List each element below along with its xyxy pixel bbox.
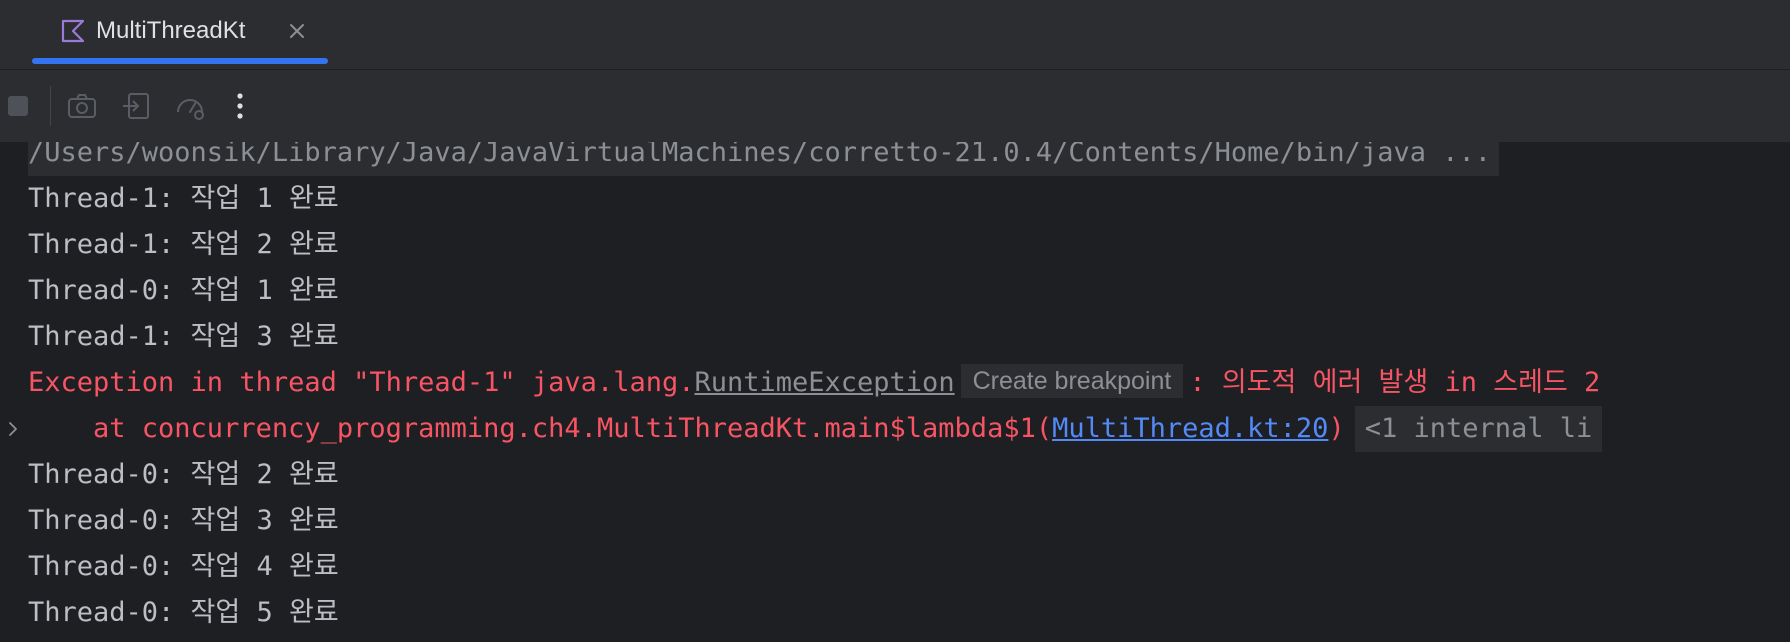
profiler-icon bbox=[177, 99, 204, 120]
dump-threads-button[interactable] bbox=[64, 88, 100, 124]
tab-label: MultiThreadKt bbox=[96, 17, 246, 44]
tab-bar: MultiThreadKt bbox=[0, 0, 1790, 70]
tab-multithreadkt[interactable]: MultiThreadKt bbox=[32, 0, 328, 70]
tab-active-indicator bbox=[32, 58, 328, 64]
kotlin-icon bbox=[61, 19, 85, 43]
more-options-icon bbox=[237, 93, 243, 119]
exception-line: Exception in thread "Thread-1" java.lang… bbox=[28, 360, 1600, 406]
output-line: Thread-1: 작업 1 완료 bbox=[28, 183, 339, 214]
restore-layout-icon bbox=[123, 93, 149, 119]
console-output[interactable]: /Users/woonsik/Library/Java/JavaVirtualM… bbox=[0, 142, 1790, 642]
output-line: Thread-1: 작업 3 완료 bbox=[28, 321, 339, 352]
command-line: /Users/woonsik/Library/Java/JavaVirtualM… bbox=[28, 142, 1499, 176]
internal-lines-fold[interactable]: <1 internal li bbox=[1354, 406, 1603, 452]
run-toolbar bbox=[0, 70, 1790, 142]
toolbar-separator bbox=[50, 86, 51, 126]
chevron-right-icon[interactable] bbox=[4, 406, 22, 452]
close-icon[interactable] bbox=[286, 20, 308, 42]
stop-icon bbox=[8, 96, 28, 116]
stack-frame-prefix: at concurrency_programming.ch4.MultiThre… bbox=[28, 413, 1053, 444]
restore-layout-button[interactable] bbox=[118, 88, 154, 124]
more-options-button[interactable] bbox=[222, 88, 258, 124]
camera-icon bbox=[68, 94, 96, 118]
stack-trace-line: at concurrency_programming.ch4.MultiThre… bbox=[28, 406, 1603, 452]
source-file-link[interactable]: MultiThread.kt:20 bbox=[1052, 413, 1328, 444]
create-breakpoint-hint[interactable]: Create breakpoint bbox=[960, 364, 1184, 398]
exception-class-link[interactable]: RuntimeException bbox=[694, 367, 954, 398]
profiler-button[interactable] bbox=[172, 88, 208, 124]
output-line: Thread-0: 작업 1 완료 bbox=[28, 275, 339, 306]
stack-frame-suffix: ) bbox=[1328, 413, 1345, 444]
exception-prefix: Exception in thread "Thread-1" java.lang… bbox=[28, 367, 695, 398]
stop-button[interactable] bbox=[0, 88, 36, 124]
output-line: Thread-1: 작업 2 완료 bbox=[28, 229, 339, 260]
output-line: Thread-0: 작업 3 완료 bbox=[28, 505, 339, 536]
output-line: Thread-0: 작업 2 완료 bbox=[28, 459, 339, 490]
output-line: Thread-0: 작업 5 완료 bbox=[28, 597, 339, 628]
output-line: Thread-0: 작업 4 완료 bbox=[28, 551, 339, 582]
exception-message: : 의도적 에러 발생 in 스레드 2 bbox=[1189, 367, 1601, 398]
